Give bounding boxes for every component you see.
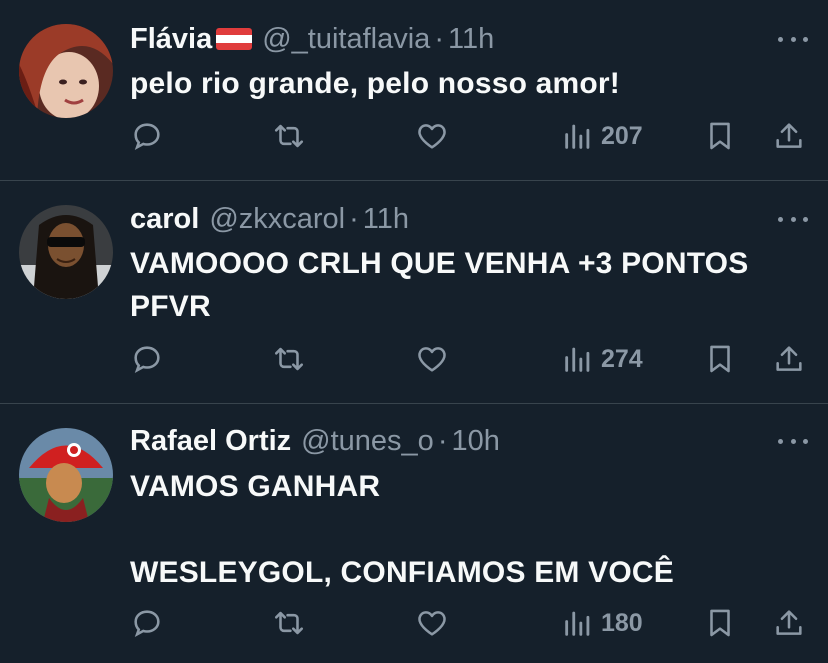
tweet-text-line — [130, 508, 810, 551]
avatar[interactable] — [19, 428, 113, 522]
like-button[interactable] — [415, 339, 449, 379]
bookmark-icon — [710, 122, 730, 150]
tweet-text-line: VAMOOOO CRLH QUE VENHA +3 PONTOS — [130, 247, 749, 280]
user-handle[interactable]: @_tuitaflavia — [262, 23, 430, 56]
retweet-icon — [274, 347, 304, 371]
tweet[interactable]: carol @zkxcarol · 11h VAMOOOO CRLH QUE V… — [0, 181, 828, 403]
timestamp[interactable]: 11h — [448, 23, 494, 56]
reply-button[interactable] — [130, 339, 164, 379]
avatar[interactable] — [19, 24, 113, 118]
bookmark-button[interactable] — [703, 339, 737, 379]
tweet[interactable]: Rafael Ortiz @tunes_o · 10h VAMOS GANHAR… — [0, 404, 828, 663]
tweet-header: carol @zkxcarol · 11h — [130, 202, 409, 236]
austria-flag-icon — [216, 28, 253, 50]
views-button[interactable]: 180 — [561, 603, 643, 643]
retweet-icon — [274, 124, 304, 148]
share-icon — [776, 346, 802, 371]
retweet-button[interactable] — [272, 339, 306, 379]
bookmark-icon — [710, 609, 730, 637]
user-handle[interactable]: @tunes_o — [301, 425, 434, 458]
bookmark-icon — [710, 345, 730, 373]
display-name[interactable]: Rafael Ortiz — [130, 425, 291, 458]
tweet-text-line: PFVR — [130, 290, 211, 323]
action-bar: 180 — [0, 603, 828, 643]
tweet-text: VAMOOOO CRLH QUE VENHA +3 PONTOS PFVR — [130, 242, 810, 328]
reply-icon — [134, 610, 160, 638]
retweet-button[interactable] — [272, 116, 306, 156]
tweet-text-line: WESLEYGOL, CONFIAMOS EM VOCÊ — [130, 556, 674, 589]
retweet-icon — [274, 611, 304, 635]
tweet[interactable]: Flávia @_tuitaflavia · 11h pelo rio gran… — [0, 0, 828, 180]
reply-icon — [134, 123, 160, 151]
views-count: 180 — [601, 608, 643, 637]
share-button[interactable] — [772, 116, 806, 156]
views-chart-icon — [565, 611, 590, 636]
tweet-header: Rafael Ortiz @tunes_o · 10h — [130, 424, 500, 458]
heart-icon — [418, 611, 446, 636]
views-chart-icon — [565, 124, 590, 149]
reply-button[interactable] — [130, 603, 164, 643]
tweet-text-line: VAMOS GANHAR — [130, 470, 381, 503]
share-button[interactable] — [772, 339, 806, 379]
display-name[interactable]: Flávia — [130, 23, 212, 56]
display-name[interactable]: carol — [130, 203, 199, 236]
tweet-text: pelo rio grande, pelo nosso amor! — [130, 62, 810, 105]
views-count: 207 — [601, 121, 643, 150]
more-options-icon[interactable] — [778, 212, 808, 226]
action-bar: 207 — [0, 116, 828, 156]
separator-dot: · — [434, 22, 444, 55]
share-icon — [776, 610, 802, 635]
avatar[interactable] — [19, 205, 113, 299]
separator-dot: · — [349, 202, 359, 235]
action-bar: 274 — [0, 339, 828, 379]
user-handle[interactable]: @zkxcarol — [209, 203, 345, 236]
tweet-text-line: pelo rio grande, pelo nosso amor! — [130, 67, 620, 100]
separator-dot: · — [437, 424, 448, 457]
heart-icon — [418, 347, 446, 372]
more-options-icon[interactable] — [778, 434, 808, 448]
more-options-icon[interactable] — [778, 32, 808, 46]
like-button[interactable] — [415, 603, 449, 643]
timestamp[interactable]: 11h — [363, 203, 409, 236]
tweet-text: VAMOS GANHAR WESLEYGOL, CONFIAMOS EM VOC… — [130, 465, 810, 594]
tweet-header: Flávia @_tuitaflavia · 11h — [130, 22, 494, 56]
reply-button[interactable] — [130, 116, 164, 156]
views-button[interactable]: 207 — [561, 116, 643, 156]
views-chart-icon — [565, 347, 590, 372]
bookmark-button[interactable] — [703, 116, 737, 156]
share-icon — [776, 123, 802, 148]
heart-icon — [418, 124, 446, 149]
share-button[interactable] — [772, 603, 806, 643]
timestamp[interactable]: 10h — [451, 425, 499, 458]
views-count: 274 — [601, 344, 643, 373]
bookmark-button[interactable] — [703, 603, 737, 643]
views-button[interactable]: 274 — [561, 339, 643, 379]
retweet-button[interactable] — [272, 603, 306, 643]
reply-icon — [134, 346, 160, 374]
like-button[interactable] — [415, 116, 449, 156]
